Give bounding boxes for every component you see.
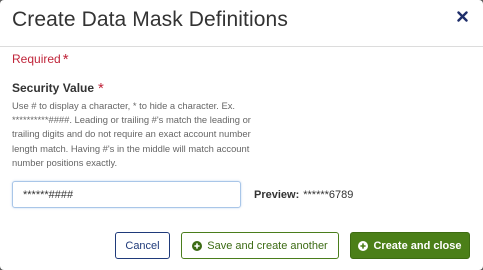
close-x-icon <box>456 10 468 22</box>
dialog-header: Create Data Mask Definitions <box>0 0 483 47</box>
plus-circle-icon <box>192 240 203 251</box>
preview-label: Preview: <box>254 189 300 201</box>
security-value-input[interactable] <box>12 181 241 208</box>
cancel-button-label: Cancel <box>125 239 160 252</box>
create-and-close-label: Create and close <box>373 239 462 252</box>
security-value-label-text: Security Value <box>12 81 95 95</box>
create-and-close-button[interactable]: Create and close <box>350 232 470 259</box>
required-marker: * <box>62 51 69 68</box>
plus-circle-icon <box>358 240 369 251</box>
required-note: Required * <box>12 50 69 68</box>
security-value-required-marker: * <box>98 80 104 97</box>
save-and-create-another-label: Save and create another <box>207 239 328 252</box>
security-value-help-text: Use # to display a character, * to hide … <box>12 100 251 168</box>
preview-value: ******6789 <box>303 189 354 201</box>
preview: Preview: ******6789 <box>254 189 353 201</box>
required-text: Required <box>12 52 61 66</box>
security-value-label: Security Value * <box>12 79 104 97</box>
save-and-create-another-button[interactable]: Save and create another <box>181 232 339 259</box>
close-button[interactable] <box>455 9 469 23</box>
dialog-title: Create Data Mask Definitions <box>12 8 288 31</box>
create-data-mask-dialog: Create Data Mask Definitions Required * S… <box>0 0 483 270</box>
cancel-button[interactable]: Cancel <box>115 232 170 259</box>
